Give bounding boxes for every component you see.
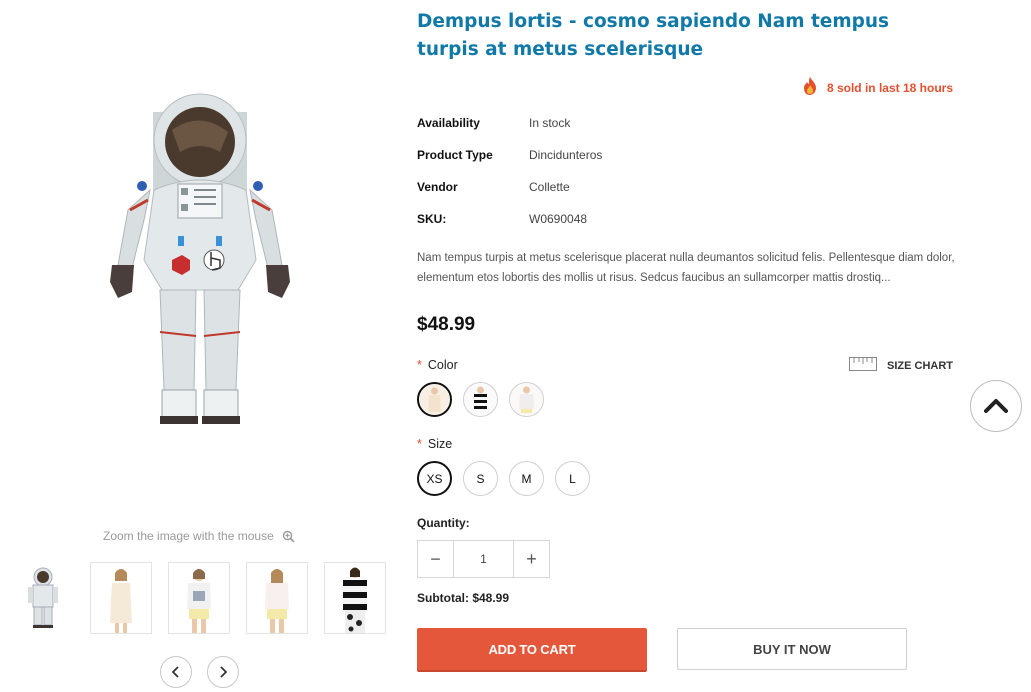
info-key: Vendor bbox=[417, 180, 458, 194]
product-title: Dempus lortis - cosmo sapiendo Nam tempu… bbox=[417, 11, 890, 60]
zoom-in-icon bbox=[282, 530, 295, 543]
ruler-icon bbox=[849, 357, 877, 374]
main-product-image[interactable] bbox=[60, 60, 360, 480]
info-row-availability: Availability In stock bbox=[417, 116, 602, 148]
add-to-cart-button[interactable]: ADD TO CART bbox=[417, 628, 647, 670]
color-option-label: * Color bbox=[417, 358, 458, 372]
scroll-to-top-button[interactable] bbox=[970, 380, 1022, 432]
zoom-hint: Zoom the image with the mouse bbox=[103, 529, 295, 543]
size-option-xs[interactable]: XS bbox=[417, 461, 452, 496]
thumbnail-astronaut[interactable] bbox=[12, 562, 74, 634]
info-row-sku: SKU: W0690048 bbox=[417, 212, 602, 244]
thumbnail-strip bbox=[12, 562, 386, 634]
info-key: Availability bbox=[417, 116, 480, 130]
color-swatch-striped[interactable] bbox=[463, 382, 498, 417]
thumbnail-model-white-top[interactable] bbox=[246, 562, 308, 634]
info-key: Product Type bbox=[417, 148, 493, 162]
gallery-next-button[interactable] bbox=[207, 656, 239, 688]
thumbnail-model-print-top[interactable] bbox=[168, 562, 230, 634]
quantity-decrement-button[interactable]: − bbox=[418, 541, 454, 577]
size-option-l[interactable]: L bbox=[555, 461, 590, 496]
gallery-prev-button[interactable] bbox=[160, 656, 192, 688]
size-chart-link[interactable]: SIZE CHART bbox=[849, 357, 953, 374]
product-info-table: Availability In stock Product Type Dinci… bbox=[417, 116, 602, 244]
quantity-stepper: − 1 + bbox=[417, 540, 550, 578]
thumbnail-model-cream-top[interactable] bbox=[90, 562, 152, 634]
color-swatch-cream[interactable] bbox=[417, 382, 452, 417]
info-row-product-type: Product Type Dincidunteros bbox=[417, 148, 602, 180]
size-chart-text: SIZE CHART bbox=[887, 359, 953, 372]
subtotal-text: Subtotal: $48.99 bbox=[417, 591, 510, 605]
product-price: $48.99 bbox=[417, 314, 476, 335]
required-mark: * bbox=[417, 437, 422, 451]
sold-count-badge: 8 sold in last 18 hours bbox=[801, 76, 953, 99]
quantity-increment-button[interactable]: + bbox=[513, 541, 549, 577]
size-options: XS S M L bbox=[417, 461, 590, 496]
size-option-label: * Size bbox=[417, 437, 452, 451]
required-mark: * bbox=[417, 358, 422, 372]
fire-icon bbox=[801, 76, 819, 99]
size-option-m[interactable]: M bbox=[509, 461, 544, 496]
size-label-text: Size bbox=[427, 437, 453, 451]
thumbnail-model-striped-top[interactable] bbox=[324, 562, 386, 634]
info-key: SKU: bbox=[417, 212, 447, 226]
info-value: In stock bbox=[529, 116, 571, 130]
sold-count-text: 8 sold in last 18 hours bbox=[826, 80, 953, 95]
zoom-hint-text: Zoom the image with the mouse bbox=[103, 529, 274, 543]
color-label-text: Color bbox=[427, 358, 458, 372]
info-value: Collette bbox=[529, 180, 570, 194]
quantity-input[interactable]: 1 bbox=[454, 541, 513, 577]
size-option-s[interactable]: S bbox=[463, 461, 498, 496]
chevron-right-icon bbox=[220, 666, 228, 678]
info-value: W0690048 bbox=[529, 212, 588, 226]
color-swatch-white[interactable] bbox=[509, 382, 544, 417]
product-description: Nam tempus turpis at metus scelerisque p… bbox=[417, 252, 955, 284]
chevron-up-icon bbox=[984, 399, 1008, 413]
info-value: Dincidunteros bbox=[529, 148, 603, 162]
quantity-label: Quantity: bbox=[417, 516, 470, 530]
chevron-left-icon bbox=[171, 666, 179, 678]
info-row-vendor: Vendor Collette bbox=[417, 180, 602, 212]
buy-it-now-button[interactable]: BUY IT NOW bbox=[677, 628, 907, 670]
color-swatches bbox=[417, 382, 544, 417]
